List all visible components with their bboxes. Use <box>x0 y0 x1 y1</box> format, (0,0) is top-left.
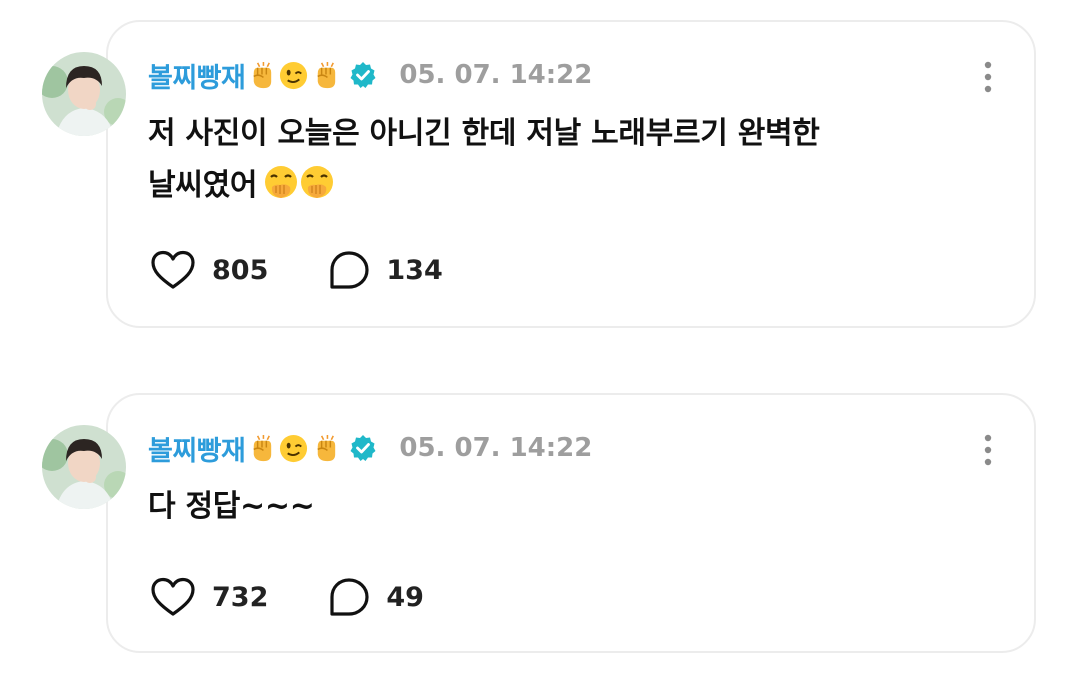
raised-fist-emoji <box>310 60 341 91</box>
winking-face-emoji <box>278 433 309 464</box>
post-text-line: 날씨였어 <box>148 160 988 212</box>
face-with-hand-over-mouth-emoji <box>261 163 301 203</box>
comment-button[interactable]: 49 <box>328 577 424 617</box>
comment-bubble-icon <box>330 251 369 289</box>
post-text-segment: 날씨였어 <box>148 168 258 203</box>
comment-button[interactable]: 134 <box>328 250 443 290</box>
avatar[interactable] <box>42 425 126 509</box>
raised-fist-emoji <box>246 60 277 91</box>
post-card: 볼찌빵재 05. 07. 14:22 다 정답~~~ 732 49 <box>106 393 1036 653</box>
more-options-icon[interactable] <box>982 60 994 94</box>
raised-fist-emoji <box>246 433 277 464</box>
post-actions: 805 134 <box>150 250 503 290</box>
post-header: 볼찌빵재 05. 07. 14:22 <box>148 429 593 468</box>
post-actions: 732 49 <box>150 577 484 617</box>
verified-badge-icon <box>349 61 377 89</box>
like-count: 732 <box>212 581 269 613</box>
verified-badge-icon <box>349 434 377 462</box>
username[interactable]: 볼찌빵재 <box>148 56 246 95</box>
post-text-line: 저 사진이 오늘은 아니긴 한데 저날 노래부르기 완벽한 <box>148 116 820 151</box>
raised-fist-emoji <box>310 433 341 464</box>
winking-face-emoji <box>278 60 309 91</box>
like-button[interactable]: 732 <box>150 577 268 617</box>
more-options-icon[interactable] <box>982 433 994 467</box>
post-card: 볼찌빵재 05. 07. 14:22 저 사진이 오늘은 아니긴 한데 저날 노… <box>106 20 1036 328</box>
post-text-line: 다 정답~~~ <box>148 489 315 524</box>
face-with-hand-over-mouth-emoji <box>297 163 337 203</box>
comment-bubble-icon <box>330 578 369 616</box>
avatar[interactable] <box>42 52 126 136</box>
post-text: 다 정답~~~ <box>148 481 988 533</box>
heart-icon <box>151 250 195 289</box>
timestamp: 05. 07. 14:22 <box>399 60 593 90</box>
like-button[interactable]: 805 <box>150 250 268 290</box>
comment-count: 49 <box>386 581 424 613</box>
timestamp: 05. 07. 14:22 <box>399 433 593 463</box>
heart-icon <box>151 577 195 616</box>
post-text: 저 사진이 오늘은 아니긴 한데 저날 노래부르기 완벽한 날씨였어 <box>148 108 988 212</box>
comment-count: 134 <box>386 254 443 286</box>
username[interactable]: 볼찌빵재 <box>148 429 246 468</box>
post-header: 볼찌빵재 05. 07. 14:22 <box>148 56 593 95</box>
like-count: 805 <box>212 254 269 286</box>
